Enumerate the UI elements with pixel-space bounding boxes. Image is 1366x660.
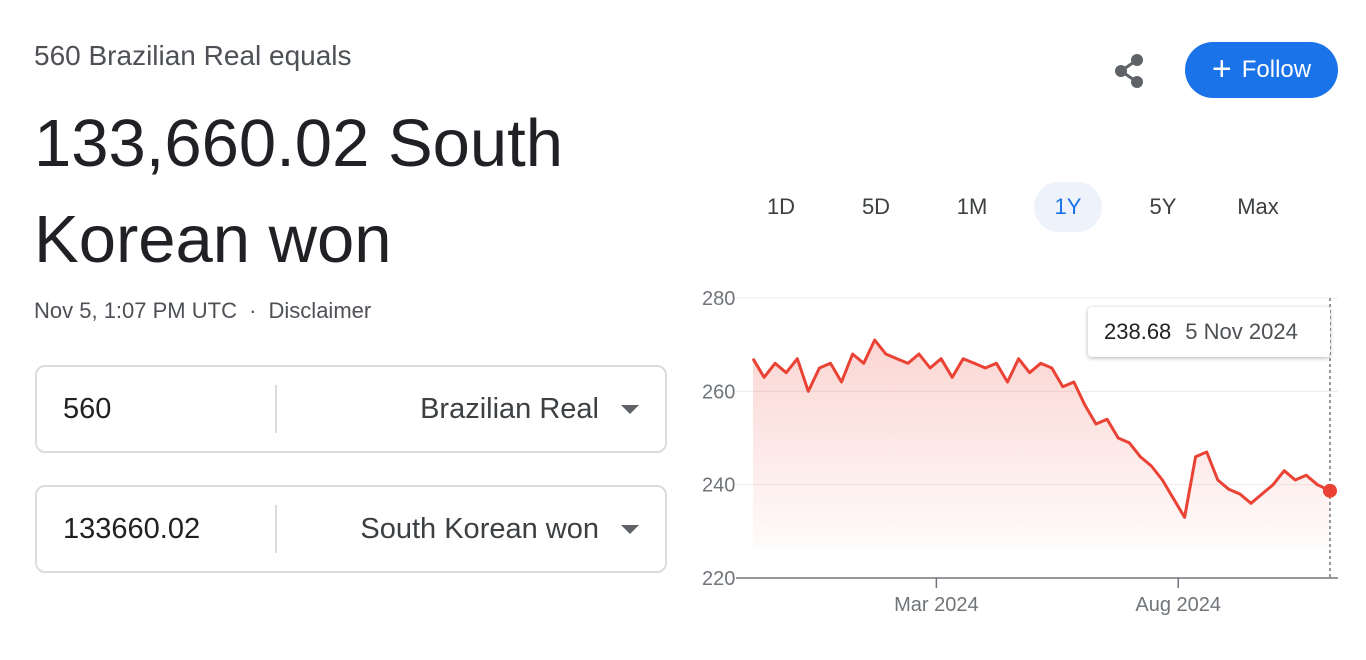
divider bbox=[275, 505, 277, 553]
to-currency-box: 133660.02 South Korean won bbox=[35, 485, 667, 573]
x-tick-label: Aug 2024 bbox=[1135, 594, 1221, 616]
timestamp-row: Nov 5, 1:07 PM UTC · Disclaimer bbox=[34, 298, 371, 324]
tooltip-value: 238.68 bbox=[1104, 319, 1172, 344]
tooltip-date: 5 Nov 2024 bbox=[1185, 319, 1298, 344]
y-tick-label: 240 bbox=[702, 475, 735, 497]
from-currency-select[interactable]: Brazilian Real bbox=[420, 367, 599, 451]
range-max[interactable]: Max bbox=[1224, 182, 1292, 232]
separator: · bbox=[249, 298, 257, 323]
chart-area bbox=[753, 340, 1330, 548]
to-currency-select[interactable]: South Korean won bbox=[360, 487, 599, 571]
range-1m[interactable]: 1M bbox=[938, 182, 1006, 232]
disclaimer-link[interactable]: Disclaimer bbox=[269, 298, 372, 323]
current-point bbox=[1323, 483, 1337, 498]
y-tick-label: 260 bbox=[702, 381, 735, 403]
time-range-tabs: 1D 5D 1M 1Y 5Y Max bbox=[734, 182, 1334, 232]
range-5d[interactable]: 5D bbox=[842, 182, 910, 232]
follow-label: Follow bbox=[1241, 56, 1312, 83]
conversion-result: 133,660.02 South Korean won bbox=[34, 106, 564, 277]
dropdown-arrow-icon[interactable] bbox=[621, 525, 639, 534]
plus-icon: + bbox=[1211, 49, 1232, 88]
range-1y[interactable]: 1Y bbox=[1034, 182, 1102, 232]
y-tick-label: 220 bbox=[702, 568, 735, 590]
from-currency-box: 560 Brazilian Real bbox=[35, 365, 667, 453]
timestamp: Nov 5, 1:07 PM UTC bbox=[34, 298, 237, 323]
from-amount-input[interactable]: 560 bbox=[63, 367, 263, 451]
follow-button[interactable]: + Follow bbox=[1185, 42, 1338, 98]
x-tick-label: Mar 2024 bbox=[894, 594, 979, 616]
y-tick-label: 280 bbox=[702, 288, 735, 310]
share-icon[interactable] bbox=[1108, 50, 1150, 92]
range-1d[interactable]: 1D bbox=[747, 182, 815, 232]
dropdown-arrow-icon[interactable] bbox=[621, 405, 639, 414]
chart-tooltip: 238.68 5 Nov 2024 bbox=[1088, 307, 1330, 357]
to-amount-input[interactable]: 133660.02 bbox=[63, 487, 263, 571]
range-5y[interactable]: 5Y bbox=[1129, 182, 1197, 232]
divider bbox=[275, 385, 277, 433]
conversion-subtitle: 560 Brazilian Real equals bbox=[34, 40, 352, 71]
